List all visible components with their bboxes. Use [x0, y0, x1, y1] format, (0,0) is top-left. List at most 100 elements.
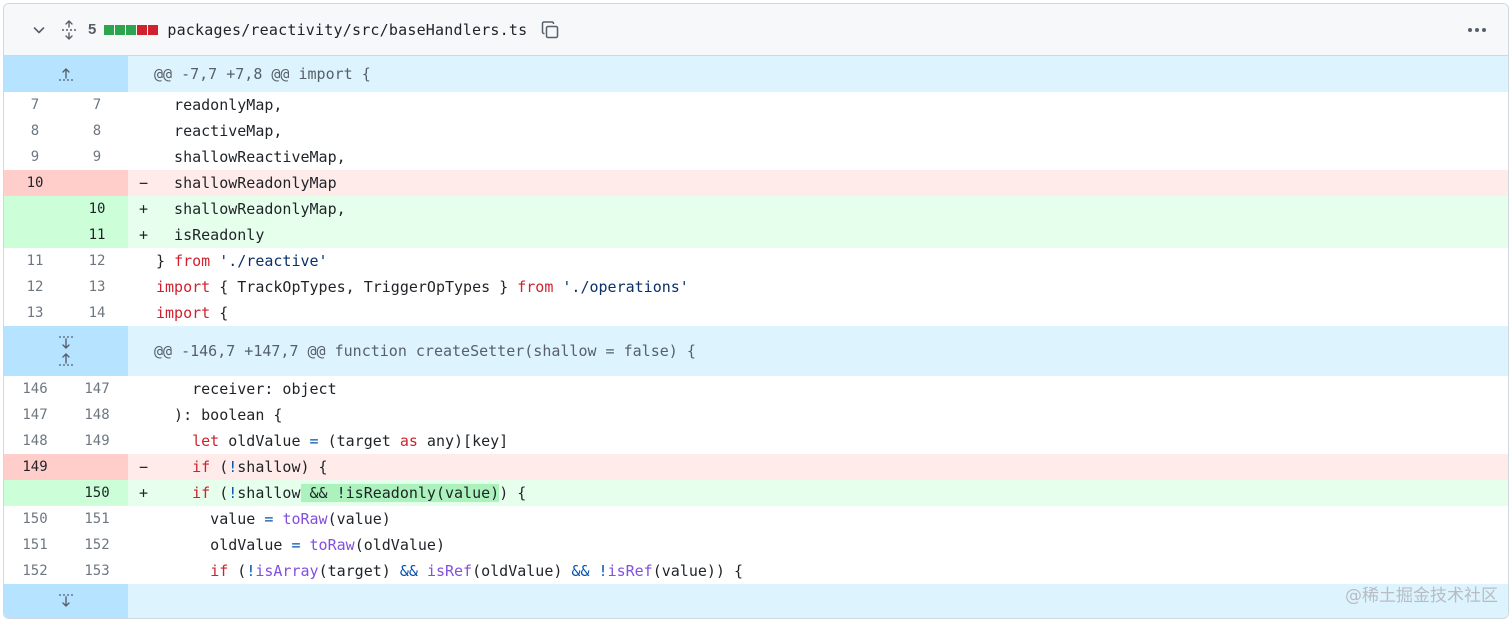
- new-line-number[interactable]: 9: [66, 144, 128, 170]
- code-line: ): boolean {: [156, 406, 283, 424]
- code-token: any)[key]: [417, 432, 509, 450]
- expand-both-button[interactable]: [4, 326, 128, 376]
- expand-up-button[interactable]: [4, 56, 128, 92]
- changes-count: 5: [88, 21, 97, 38]
- function-token: isRef: [607, 562, 653, 580]
- code-line: let oldValue = (target as any)[key]: [152, 428, 1508, 454]
- diff-line: 151 152 oldValue = toRaw(oldValue): [4, 532, 1508, 558]
- code-line: value = toRaw(value): [152, 506, 1508, 532]
- diff-sign: [128, 558, 152, 584]
- operator-token: &&: [399, 562, 418, 580]
- deletion-sign: −: [138, 174, 148, 192]
- code-token: (oldValue): [354, 536, 445, 554]
- new-line-number[interactable]: 14: [66, 300, 128, 326]
- code-line: reactiveMap,: [156, 122, 283, 140]
- code-token: value: [156, 510, 265, 528]
- diff-sign: [128, 144, 152, 170]
- code-line: isReadonly: [156, 226, 265, 244]
- keyword-token: from: [517, 278, 554, 296]
- keyword-token: import: [156, 278, 211, 296]
- diff-sign: [128, 376, 152, 402]
- new-line-number[interactable]: 12: [66, 248, 128, 274]
- new-line-number[interactable]: 7: [66, 92, 128, 118]
- old-line-number[interactable]: 149: [4, 454, 66, 480]
- old-line-number[interactable]: 152: [4, 558, 66, 584]
- diff-sign: [128, 532, 152, 558]
- diff-line: 9 9 shallowReactiveMap,: [4, 144, 1508, 170]
- new-line-number[interactable]: 147: [66, 376, 128, 402]
- old-line-number[interactable]: 151: [4, 532, 66, 558]
- old-line-number[interactable]: 12: [4, 274, 66, 300]
- diff-line: 150 151 value = toRaw(value): [4, 506, 1508, 532]
- new-line-number[interactable]: 153: [66, 558, 128, 584]
- new-line-number[interactable]: 152: [66, 532, 128, 558]
- diff-sign: [128, 428, 152, 454]
- new-line-number[interactable]: [66, 454, 128, 480]
- old-line-number[interactable]: 148: [4, 428, 66, 454]
- code-token: (target: [318, 432, 400, 450]
- new-line-number[interactable]: 151: [66, 506, 128, 532]
- old-line-number[interactable]: 8: [4, 118, 66, 144]
- old-line-number[interactable]: [4, 222, 66, 248]
- old-line-number[interactable]: 7: [4, 92, 66, 118]
- old-line-number[interactable]: [4, 196, 66, 222]
- function-token: isArray: [255, 562, 319, 580]
- old-line-number[interactable]: 11: [4, 248, 66, 274]
- new-line-number[interactable]: [66, 170, 128, 196]
- operator-token: !: [246, 562, 256, 580]
- expand-all-icon[interactable]: [58, 19, 80, 41]
- code-token: (: [210, 458, 229, 476]
- code-token: shallow) {: [237, 458, 328, 476]
- code-line: import {: [152, 300, 1508, 326]
- operator-token: =: [291, 536, 301, 554]
- keyword-token: if: [192, 458, 211, 476]
- old-line-number[interactable]: 10: [4, 170, 66, 196]
- hunk-header-text: @@ -146,7 +147,7 @@ function createSette…: [154, 342, 696, 360]
- old-line-number[interactable]: [4, 480, 66, 506]
- new-line-number[interactable]: 8: [66, 118, 128, 144]
- code-token: ) {: [499, 484, 527, 502]
- chevron-down-icon[interactable]: [28, 19, 50, 41]
- keyword-token: import: [156, 304, 211, 322]
- code-token: (target): [318, 562, 400, 580]
- code-token: (: [210, 484, 229, 502]
- diff-line: 148 149 let oldValue = (target as any)[k…: [4, 428, 1508, 454]
- new-line-number[interactable]: 10: [66, 196, 128, 222]
- old-line-number[interactable]: 13: [4, 300, 66, 326]
- diff-line: 147 148 ): boolean {: [4, 402, 1508, 428]
- diff-sign: [128, 506, 152, 532]
- code-token: oldValue: [219, 432, 310, 450]
- code-line: readonlyMap,: [156, 96, 283, 114]
- old-line-number[interactable]: 147: [4, 402, 66, 428]
- added-line: 150 + if (!shallow && !isReadonly(value)…: [4, 480, 1508, 506]
- kebab-menu-icon[interactable]: [1466, 19, 1488, 41]
- new-line-number[interactable]: 149: [66, 428, 128, 454]
- copy-icon[interactable]: [539, 19, 561, 41]
- new-line-number[interactable]: 150: [66, 480, 128, 506]
- hunk-header-text: @@ -7,7 +7,8 @@ import {: [154, 65, 371, 83]
- file-header: 5 packages/reactivity/src/baseHandlers.t…: [4, 4, 1508, 56]
- expand-down-button[interactable]: [4, 584, 128, 618]
- diff-file: 5 packages/reactivity/src/baseHandlers.t…: [3, 3, 1509, 619]
- diff-sign: [128, 274, 152, 300]
- diff-line: 7 7 readonlyMap,: [4, 92, 1508, 118]
- old-line-number[interactable]: 9: [4, 144, 66, 170]
- expand-up-icon: [59, 68, 73, 81]
- code-line: shallowReadonlyMap,: [156, 200, 346, 218]
- deleted-line: 149 − if (!shallow) {: [4, 454, 1508, 480]
- addition-sign: +: [138, 484, 148, 502]
- old-line-number[interactable]: 146: [4, 376, 66, 402]
- file-path[interactable]: packages/reactivity/src/baseHandlers.ts: [167, 21, 527, 39]
- new-line-number[interactable]: 13: [66, 274, 128, 300]
- code-token: shallow: [237, 484, 301, 502]
- diffstat-block: [148, 24, 159, 35]
- code-token: { TrackOpTypes, TriggerOpTypes }: [210, 278, 518, 296]
- diff-line: 11 12 } from './reactive': [4, 248, 1508, 274]
- operator-token: !: [228, 484, 238, 502]
- old-line-number[interactable]: 150: [4, 506, 66, 532]
- new-line-number[interactable]: 148: [66, 402, 128, 428]
- code-line: if (!shallow && !isReadonly(value)) {: [152, 480, 1508, 506]
- new-line-number[interactable]: 11: [66, 222, 128, 248]
